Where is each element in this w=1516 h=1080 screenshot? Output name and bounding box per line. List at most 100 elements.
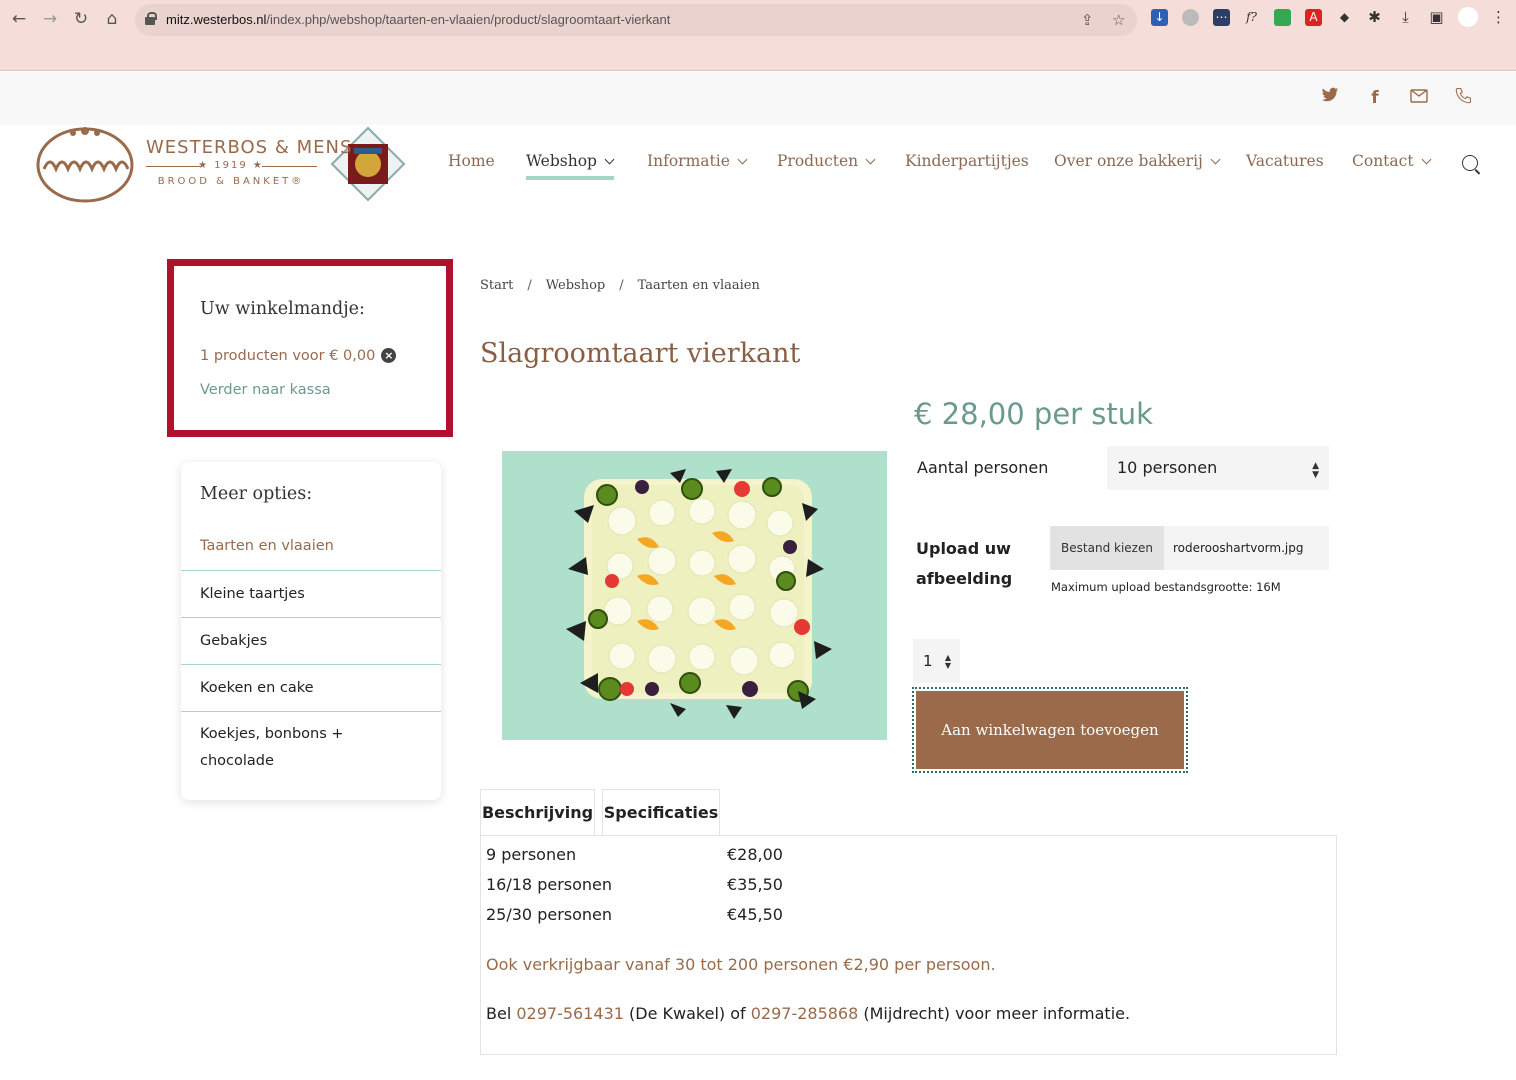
product-title: Slagroomtaart vierkant xyxy=(480,338,801,369)
option-kleine-taartjes[interactable]: Kleine taartjes xyxy=(181,571,441,618)
lock-icon xyxy=(145,12,157,26)
contact-prefix: Bel xyxy=(486,1004,517,1023)
contact-note: Bel 0297-561431 (De Kwakel) of 0297-2858… xyxy=(486,1004,1130,1023)
upload-label-line-1: Upload uw xyxy=(916,539,1011,558)
product-image[interactable] xyxy=(502,451,887,740)
persons-select[interactable]: 10 personen ▲ ▼ xyxy=(1107,446,1329,490)
spec-price: €35,50 xyxy=(727,875,783,894)
option-koeken-en-cake[interactable]: Koeken en cake xyxy=(181,665,441,712)
breadcrumb-webshop[interactable]: Webshop xyxy=(546,278,606,293)
phone-icon[interactable] xyxy=(1452,87,1474,109)
option-gebakjes[interactable]: Gebakjes xyxy=(181,618,441,665)
choose-file-button[interactable]: Bestand kiezen xyxy=(1050,526,1164,570)
file-upload-input[interactable]: Bestand kiezen roderooshartvorm.jpg xyxy=(1050,526,1329,570)
spec-price: €28,00 xyxy=(727,845,783,864)
extension-formula-icon[interactable]: f? xyxy=(1243,9,1260,26)
extension-cake-icon[interactable]: ◆ xyxy=(1336,9,1353,26)
logo-rule-right xyxy=(262,166,317,167)
product-price: € 28,00 per stuk xyxy=(914,397,1153,431)
bookmark-star-icon[interactable]: ☆ xyxy=(1112,11,1125,29)
extension-pdf-icon[interactable]: A xyxy=(1305,9,1322,26)
extensions-puzzle-icon[interactable]: ✱ xyxy=(1366,9,1383,26)
side-panel-icon[interactable]: ▣ xyxy=(1428,9,1445,26)
chevron-down-icon xyxy=(737,154,748,165)
spec-persons: 25/30 personen xyxy=(486,905,613,924)
tab-specificaties[interactable]: Specificaties xyxy=(602,789,720,836)
select-arrows-icon: ▲ ▼ xyxy=(1312,461,1319,480)
email-icon[interactable] xyxy=(1408,87,1430,109)
add-to-cart-button[interactable]: Aan winkelwagen toevoegen xyxy=(912,687,1188,773)
option-koekjes-bonbons-chocolade[interactable]: Koekjes, bonbons + chocolade xyxy=(181,721,441,777)
extension-download-icon[interactable]: ↓ xyxy=(1151,9,1168,26)
downloads-icon[interactable]: ⤓ xyxy=(1397,9,1414,26)
tab-beschrijving[interactable]: Beschrijving xyxy=(480,789,595,836)
chevron-down-icon xyxy=(1421,154,1432,165)
add-to-cart-label: Aan winkelwagen toevoegen xyxy=(916,691,1184,769)
cart-title: Uw winkelmandje: xyxy=(200,299,365,319)
logo-rule-left xyxy=(146,166,201,167)
persons-label: Aantal personen xyxy=(917,458,1049,477)
twitter-icon[interactable] xyxy=(1319,87,1341,109)
browser-toolbar: ← → ↻ ⌂ mitz.westerbos.nl/index.php/webs… xyxy=(0,0,1516,71)
availability-note: Ook verkrijgbaar vanaf 30 tot 200 person… xyxy=(486,955,996,974)
logo-year: ★ 1919 ★ xyxy=(198,160,264,171)
tab-panel: 9 personen €28,00 16/18 personen €35,50 25… xyxy=(480,835,1337,1055)
upload-size-note: Maximum upload bestandsgrootte: 16M xyxy=(1051,580,1281,594)
nav-vacatures[interactable]: Vacatures xyxy=(1246,152,1324,170)
breadcrumb: Start / Webshop / Taarten en vlaaien xyxy=(480,278,760,293)
address-bar[interactable]: mitz.westerbos.nl/index.php/webshop/taar… xyxy=(135,4,1137,36)
url-text[interactable]: mitz.westerbos.nl/index.php/webshop/taar… xyxy=(166,12,670,27)
phone-link-mijdrecht[interactable]: 0297-285868 xyxy=(751,1004,859,1023)
forward-arrow-icon[interactable]: → xyxy=(39,8,61,30)
logo-tagline: BROOD & BANKET® xyxy=(157,176,305,187)
spec-row: 25/30 personen €45,50 xyxy=(486,905,783,924)
reload-icon[interactable]: ↻ xyxy=(70,8,92,30)
selected-file-name: roderooshartvorm.jpg xyxy=(1173,541,1304,555)
breadcrumb-separator: / xyxy=(619,278,624,293)
nav-over-onze-bakkerij[interactable]: Over onze bakkerij xyxy=(1054,152,1221,170)
option-taarten-en-vlaaien[interactable]: Taarten en vlaaien xyxy=(181,523,441,571)
spec-persons: 9 personen xyxy=(486,845,577,864)
facebook-icon[interactable]: f xyxy=(1364,87,1386,109)
nav-home[interactable]: Home xyxy=(448,152,495,170)
checkout-link[interactable]: Verder naar kassa xyxy=(200,382,331,398)
search-icon[interactable] xyxy=(1462,155,1478,171)
home-icon[interactable]: ⌂ xyxy=(101,8,123,30)
remove-circle-icon[interactable]: × xyxy=(381,348,397,363)
site-logo[interactable]: WESTERBOS & MENS ★ 1919 ★ BROOD & BANKET… xyxy=(36,125,406,205)
option-label-line-2: chocolade xyxy=(200,753,274,769)
nav-informatie[interactable]: Informatie xyxy=(647,152,748,170)
option-label-line-1: Koekjes, bonbons + xyxy=(200,726,344,742)
stepper-arrows-icon[interactable]: ▲ ▼ xyxy=(945,654,951,670)
nav-kinderpartijtjes[interactable]: Kinderpartijtjes xyxy=(905,152,1029,170)
more-options-panel: Meer opties: Taarten en vlaaien Kleine t… xyxy=(181,462,441,800)
chevron-down-icon xyxy=(1210,154,1221,165)
share-icon[interactable]: ⇪ xyxy=(1081,11,1094,29)
nav-webshop[interactable]: Webshop xyxy=(526,152,615,170)
upload-label: Upload uw afbeelding xyxy=(916,534,1012,594)
logo-brand: WESTERBOS & MENS xyxy=(146,137,353,158)
quantity-value: 1 xyxy=(923,652,933,670)
back-arrow-icon[interactable]: ← xyxy=(8,8,30,30)
contact-location-2: (Mijdrecht) voor meer informatie. xyxy=(858,1004,1131,1023)
cart-widget: Uw winkelmandje: 1 producten voor € 0,00… xyxy=(167,259,453,437)
chevron-down-icon xyxy=(604,154,615,165)
phone-link-dekwakel[interactable]: 0297-561431 xyxy=(516,1004,624,1023)
spec-price: €45,50 xyxy=(727,905,783,924)
browser-menu-icon[interactable]: ⋮ xyxy=(1490,9,1507,26)
quantity-stepper[interactable]: 1 ▲ ▼ xyxy=(913,639,960,683)
profile-avatar[interactable] xyxy=(1458,7,1478,27)
upload-label-line-2: afbeelding xyxy=(916,569,1013,588)
spec-row: 9 personen €28,00 xyxy=(486,845,783,864)
social-bar: f xyxy=(0,72,1516,125)
nav-contact[interactable]: Contact xyxy=(1352,152,1432,170)
chevron-down-icon xyxy=(865,154,876,165)
cart-summary[interactable]: 1 producten voor € 0,00 × xyxy=(200,348,397,364)
spec-persons: 16/18 personen xyxy=(486,875,613,894)
extension-dots-icon[interactable]: ⋯ xyxy=(1213,9,1230,26)
breadcrumb-category[interactable]: Taarten en vlaaien xyxy=(638,278,760,293)
nav-producten[interactable]: Producten xyxy=(777,152,876,170)
extension-puzzle-color-icon[interactable] xyxy=(1274,9,1291,26)
breadcrumb-start[interactable]: Start xyxy=(480,278,513,293)
extension-globe-icon[interactable] xyxy=(1182,9,1199,26)
